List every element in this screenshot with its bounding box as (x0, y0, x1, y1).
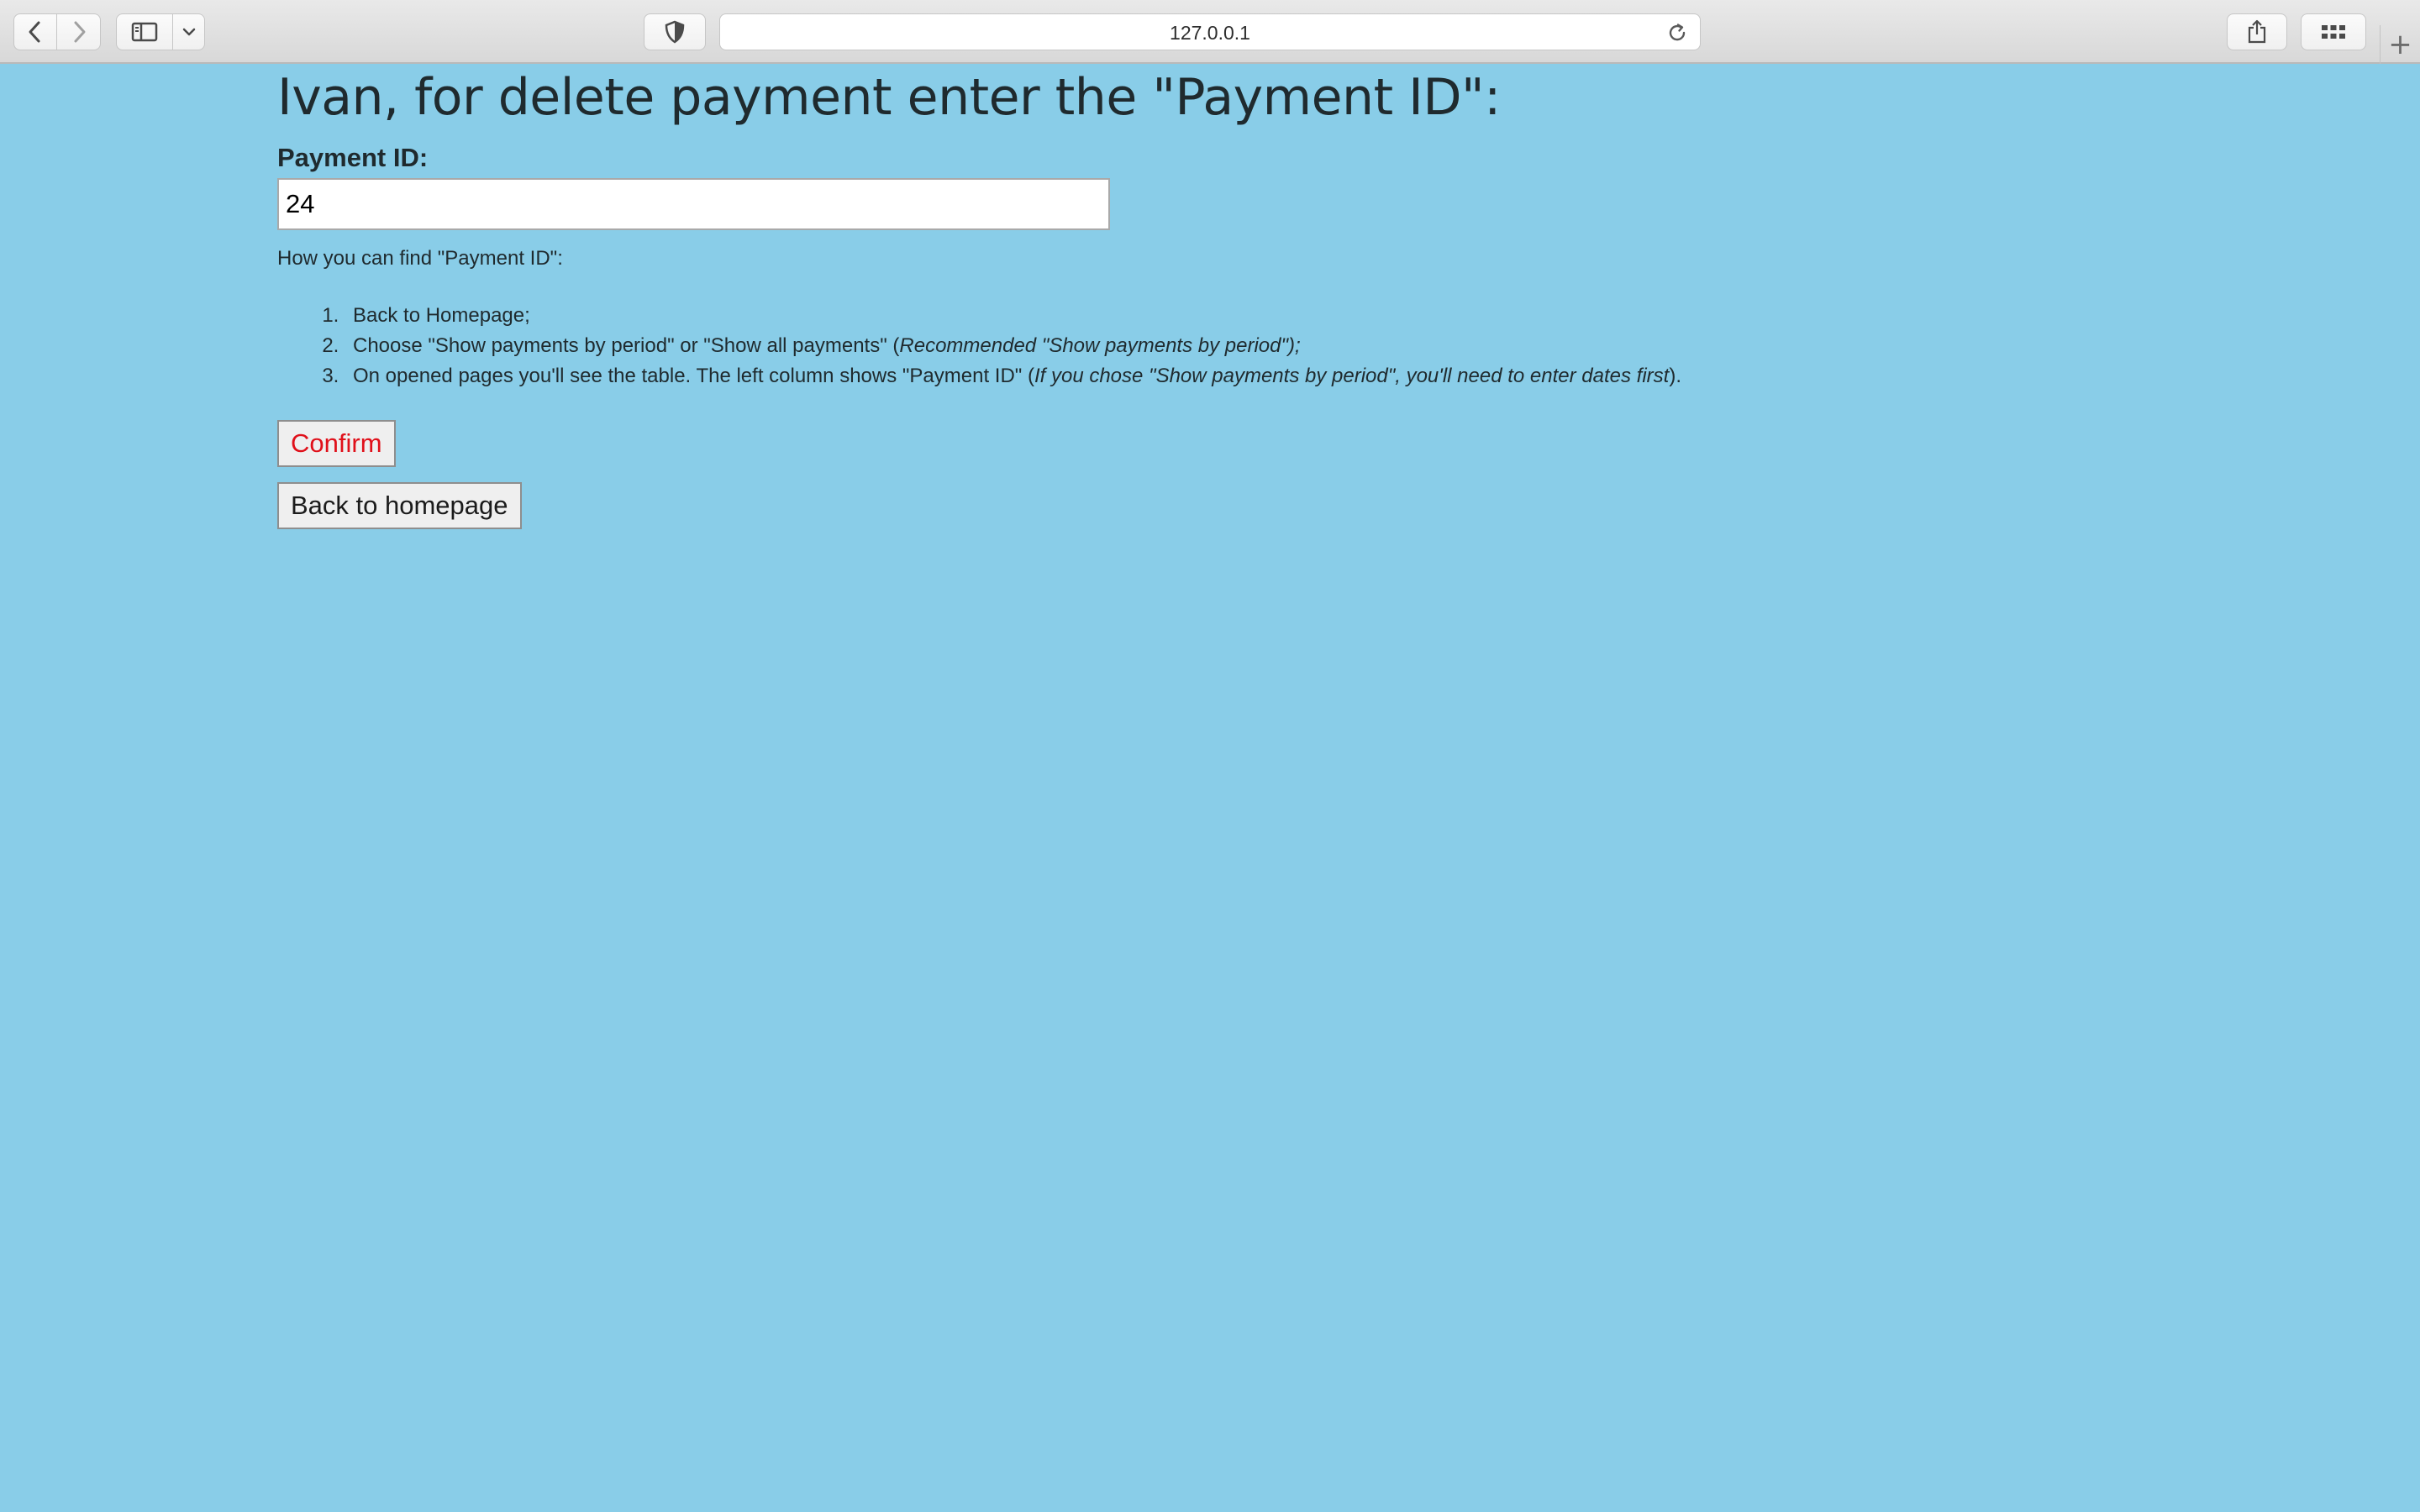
payment-id-label: Payment ID: (277, 143, 429, 172)
chevron-left-icon (29, 21, 40, 43)
privacy-report-button[interactable] (644, 13, 706, 50)
shield-icon (665, 20, 685, 44)
forward-button[interactable] (57, 13, 101, 50)
instructions-list: Back to Homepage; Choose "Show payments … (277, 301, 2294, 391)
share-button[interactable] (2227, 13, 2287, 50)
payment-id-input[interactable] (277, 178, 1110, 230)
sidebar-button[interactable] (116, 13, 173, 50)
list-item: Choose "Show payments by period" or "Sho… (345, 331, 2294, 361)
tab-overview-button[interactable] (2301, 13, 2366, 50)
chevron-right-icon (74, 21, 85, 43)
new-tab-button[interactable]: + (2380, 25, 2420, 64)
list-item: Back to Homepage; (345, 301, 2294, 331)
back-to-homepage-button[interactable]: Back to homepage (277, 482, 522, 529)
sidebar-icon (131, 22, 158, 42)
url-text: 127.0.0.1 (1170, 22, 1250, 44)
page-title: Ivan, for delete payment enter the "Paym… (277, 68, 1501, 127)
page-content: Ivan, for delete payment enter the "Paym… (277, 66, 2294, 529)
address-bar[interactable]: 127.0.0.1 (719, 13, 1701, 50)
back-button[interactable] (13, 13, 57, 50)
hint-text: How you can find "Payment ID": (277, 247, 563, 270)
reload-icon[interactable] (1666, 22, 1688, 44)
plus-icon: + (2388, 28, 2412, 61)
list-item: On opened pages you'll see the table. Th… (345, 361, 2294, 391)
share-icon (2248, 19, 2266, 44)
sidebar-menu-button[interactable] (173, 13, 205, 50)
step-note: Recommended "Show payments by period" (899, 334, 1288, 357)
grid-icon (2322, 25, 2345, 39)
confirm-button[interactable]: Confirm (277, 420, 396, 467)
step-note: If you chose "Show payments by period", … (1034, 365, 1670, 387)
chevron-down-icon (182, 28, 195, 36)
browser-toolbar: 127.0.0.1 + (0, 0, 2420, 64)
